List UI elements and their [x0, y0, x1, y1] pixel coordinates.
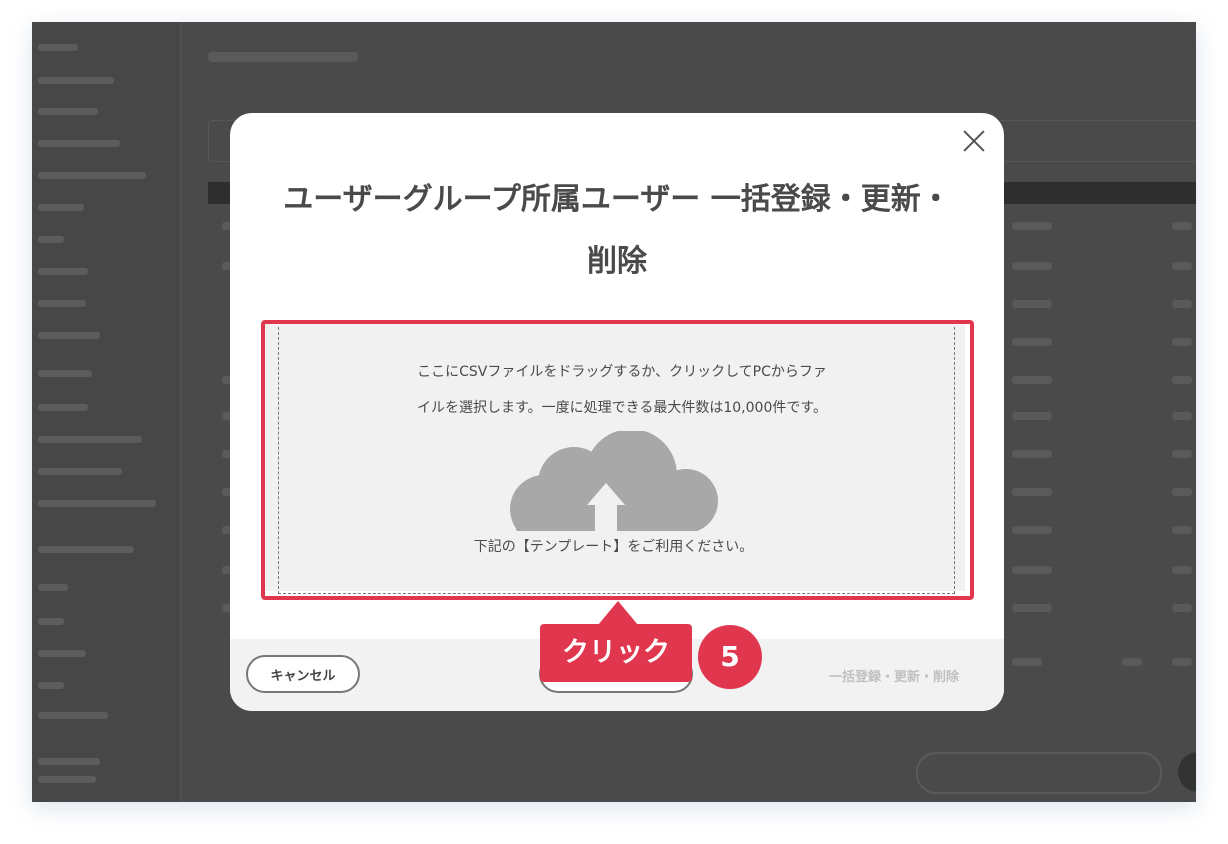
bulk-submit-button[interactable]: 一括登録・更新・削除: [824, 666, 964, 685]
highlight-box: [261, 320, 974, 600]
background-sidebar: [32, 22, 182, 802]
click-callout: クリック: [540, 624, 692, 682]
modal-title: ユーザーグループ所属ユーザー 一括登録・更新・削除: [283, 182, 951, 279]
callout-pointer: [598, 601, 638, 625]
cancel-button[interactable]: キャンセル: [246, 655, 360, 693]
close-icon[interactable]: [960, 127, 988, 155]
step-number-badge: 5: [698, 625, 762, 689]
